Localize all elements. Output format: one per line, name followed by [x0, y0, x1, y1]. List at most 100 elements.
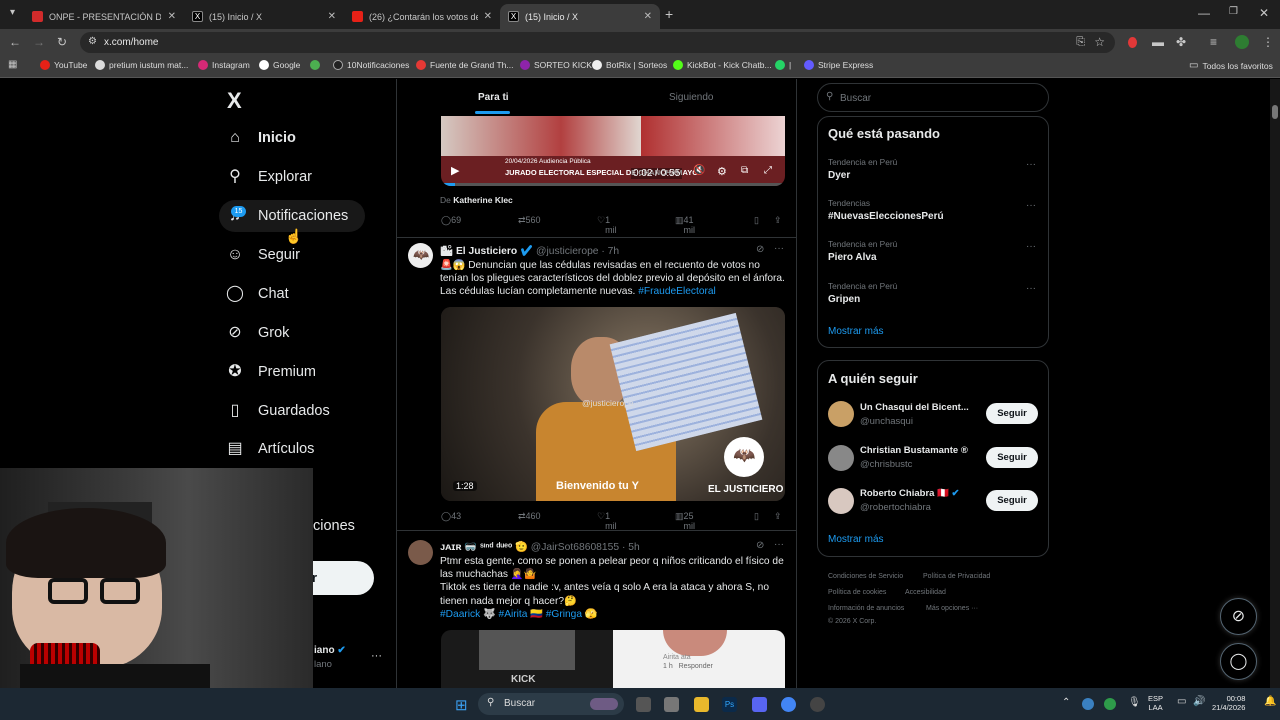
microphone-icon[interactable]: 🎙 [1128, 697, 1141, 708]
tray-icon[interactable] [1082, 698, 1094, 710]
footer-link[interactable]: Política de Privacidad [923, 573, 990, 580]
nav-explore[interactable]: ⚲ Explorar [226, 168, 312, 186]
repost-button[interactable]: ⇄ 460 [518, 511, 541, 522]
bookmark-star-icon[interactable]: ☆ [1094, 35, 1105, 49]
footer-link[interactable]: Información de anuncios [828, 605, 904, 612]
profile-avatar[interactable] [1235, 35, 1249, 49]
show-more-link[interactable]: Mostrar más [828, 534, 884, 545]
bookmark-item[interactable]: SORTEO KICK [520, 60, 592, 70]
trend-item[interactable]: Piero Alva [828, 252, 877, 263]
follow-button[interactable]: Seguir [986, 447, 1038, 468]
bookmark-item[interactable]: KickBot - Kick Chatb... [673, 60, 772, 70]
nav-grok[interactable]: ⊘ Grok [226, 324, 289, 342]
repost-button[interactable]: ⇄ 560 [518, 215, 541, 226]
hashtag[interactable]: #FraudeElectoral [638, 286, 716, 297]
close-tab-icon[interactable]: ✕ [484, 11, 492, 22]
volume-icon[interactable]: 🔊 [1193, 696, 1205, 707]
app-icon[interactable] [810, 697, 825, 712]
minimize-icon[interactable]: — [1198, 6, 1210, 20]
extension-icon[interactable]: ▬ [1152, 35, 1164, 49]
settings-icon[interactable]: ⚙ [717, 165, 727, 178]
all-bookmarks[interactable]: ▭ Todos los favoritos [1189, 60, 1273, 71]
more-icon[interactable]: ··· [774, 539, 784, 550]
grok-icon[interactable]: ⊘ [756, 244, 764, 255]
bookmark-item[interactable]: Google [259, 60, 300, 70]
restore-icon[interactable]: ❐ [1229, 6, 1238, 17]
tweet-video[interactable]: 20/04/2026 Audiencia Pública JURADO ELEC… [441, 116, 785, 186]
task-view-icon[interactable] [636, 697, 651, 712]
search-input[interactable]: ⚲ Buscar [817, 83, 1049, 112]
reply-button[interactable]: ◯ 69 [441, 215, 461, 226]
reply-button[interactable]: ◯ 43 [441, 511, 461, 522]
tab-for-you[interactable]: Para ti [478, 92, 509, 103]
notifications-icon[interactable]: 🔔 [1264, 696, 1276, 707]
tweet-author[interactable]: 🏙 El Justiciero ✔ @justicierope · 7h [440, 244, 619, 257]
show-more-link[interactable]: Mostrar más [828, 326, 884, 337]
bookmark-item[interactable]: Fuente de Grand Th... [416, 60, 513, 70]
trend-item[interactable]: Dyer [828, 170, 850, 181]
nav-chat[interactable]: ◯ Chat [226, 285, 289, 303]
nav-premium[interactable]: ✪ Premium [226, 363, 316, 381]
close-window-icon[interactable]: ✕ [1259, 6, 1269, 20]
grok-icon[interactable]: ⊘ [756, 540, 764, 551]
nav-bookmarks[interactable]: ▯ Guardados [226, 402, 330, 420]
network-icon[interactable]: ▭ [1177, 696, 1186, 707]
mute-icon[interactable]: 🔇 [693, 165, 705, 176]
trend-item[interactable]: Gripen [828, 294, 860, 305]
share-button[interactable]: ⇪ [774, 511, 782, 522]
bookmark-item[interactable]: Instagram [198, 60, 250, 70]
avatar[interactable] [828, 401, 854, 427]
bookmark-item[interactable]: YouTube [40, 60, 87, 70]
install-icon[interactable]: ⎘ [1076, 36, 1085, 49]
clock[interactable]: 00:08 21/4/2026 [1212, 694, 1245, 712]
nav-articles[interactable]: ▤ Artículos [226, 440, 314, 458]
nav-home[interactable]: ⌂ Inicio [226, 129, 296, 147]
forward-icon[interactable]: → [33, 35, 45, 49]
pip-icon[interactable]: ⧉ [741, 165, 748, 176]
more-icon[interactable]: ··· [1026, 283, 1036, 294]
account-name[interactable]: iano ✔ [314, 645, 346, 656]
taskbar-search[interactable]: ⚲ Buscar [478, 693, 624, 715]
scrollbar-thumb[interactable] [1272, 105, 1278, 119]
footer-link[interactable]: Política de cookies [828, 589, 886, 596]
more-icon[interactable]: ··· [1026, 200, 1036, 211]
footer-link[interactable]: Más opciones ··· [926, 605, 978, 612]
chrome-icon[interactable] [781, 697, 796, 712]
tweet-author[interactable]: ᴊᴀɪʀ 🥽 ˢᶦⁿᵈ ᵈᵘᵉᵒ 🫡 @JairSot68608155 · 5h [440, 540, 640, 553]
reload-icon[interactable]: ↻ [57, 35, 67, 49]
nav-follow[interactable]: ☺ Seguir [226, 246, 300, 264]
tray-chevron-icon[interactable]: ⌃ [1062, 697, 1070, 708]
avatar[interactable] [828, 488, 854, 514]
photoshop-icon[interactable]: Ps [722, 697, 737, 712]
like-button[interactable]: ♡ 1 mil [597, 511, 617, 531]
avatar[interactable]: 🦇 [408, 243, 433, 268]
close-tab-icon[interactable]: ✕ [644, 11, 652, 22]
close-tab-icon[interactable]: ✕ [168, 11, 176, 22]
bookmark-button[interactable]: ▯ [754, 511, 759, 522]
back-icon[interactable]: ← [9, 35, 21, 49]
language-indicator[interactable]: ESP LAA [1148, 694, 1163, 712]
nav-more[interactable]: ciones [313, 518, 355, 534]
account-more-icon[interactable]: ··· [371, 650, 382, 662]
browser-tab[interactable]: ONPE - PRESENTACIÓN DE RES ✕ [24, 4, 184, 29]
views-button[interactable]: ▥ 25 mil [675, 511, 695, 531]
play-icon[interactable]: ▶ [451, 164, 459, 177]
footer-link[interactable]: Condiciones de Servicio [828, 573, 903, 580]
bookmark-item[interactable]: Stripe Express [804, 60, 873, 70]
extensions-puzzle-icon[interactable]: ✤ [1176, 35, 1186, 49]
share-button[interactable]: ⇪ [774, 215, 782, 226]
like-button[interactable]: ♡ 1 mil [597, 215, 617, 235]
browser-tab-active[interactable]: X (15) Inicio / X ✕ [500, 4, 660, 29]
trend-item[interactable]: #NuevasEleccionesPerú [828, 211, 944, 222]
more-icon[interactable]: ··· [1026, 159, 1036, 170]
media-icon[interactable]: ≡ [1210, 35, 1217, 49]
follow-name[interactable]: Roberto Chiabra 🇵🇪 ✔ [860, 488, 960, 499]
menu-icon[interactable]: ⋮ [1262, 35, 1274, 49]
tweet-media[interactable]: KICK Airita ata 1 h Responder [441, 630, 785, 688]
address-bar[interactable]: ⚙ x.com/home ⎘ ☆ [80, 32, 1115, 53]
app-icon[interactable] [664, 697, 679, 712]
avatar[interactable] [408, 540, 433, 565]
grok-fab[interactable]: ⊘ [1220, 598, 1257, 635]
bookmark-item[interactable] [310, 60, 320, 70]
browser-tab[interactable]: (26) ¿Contarán los votos de act ✕ [344, 4, 500, 29]
